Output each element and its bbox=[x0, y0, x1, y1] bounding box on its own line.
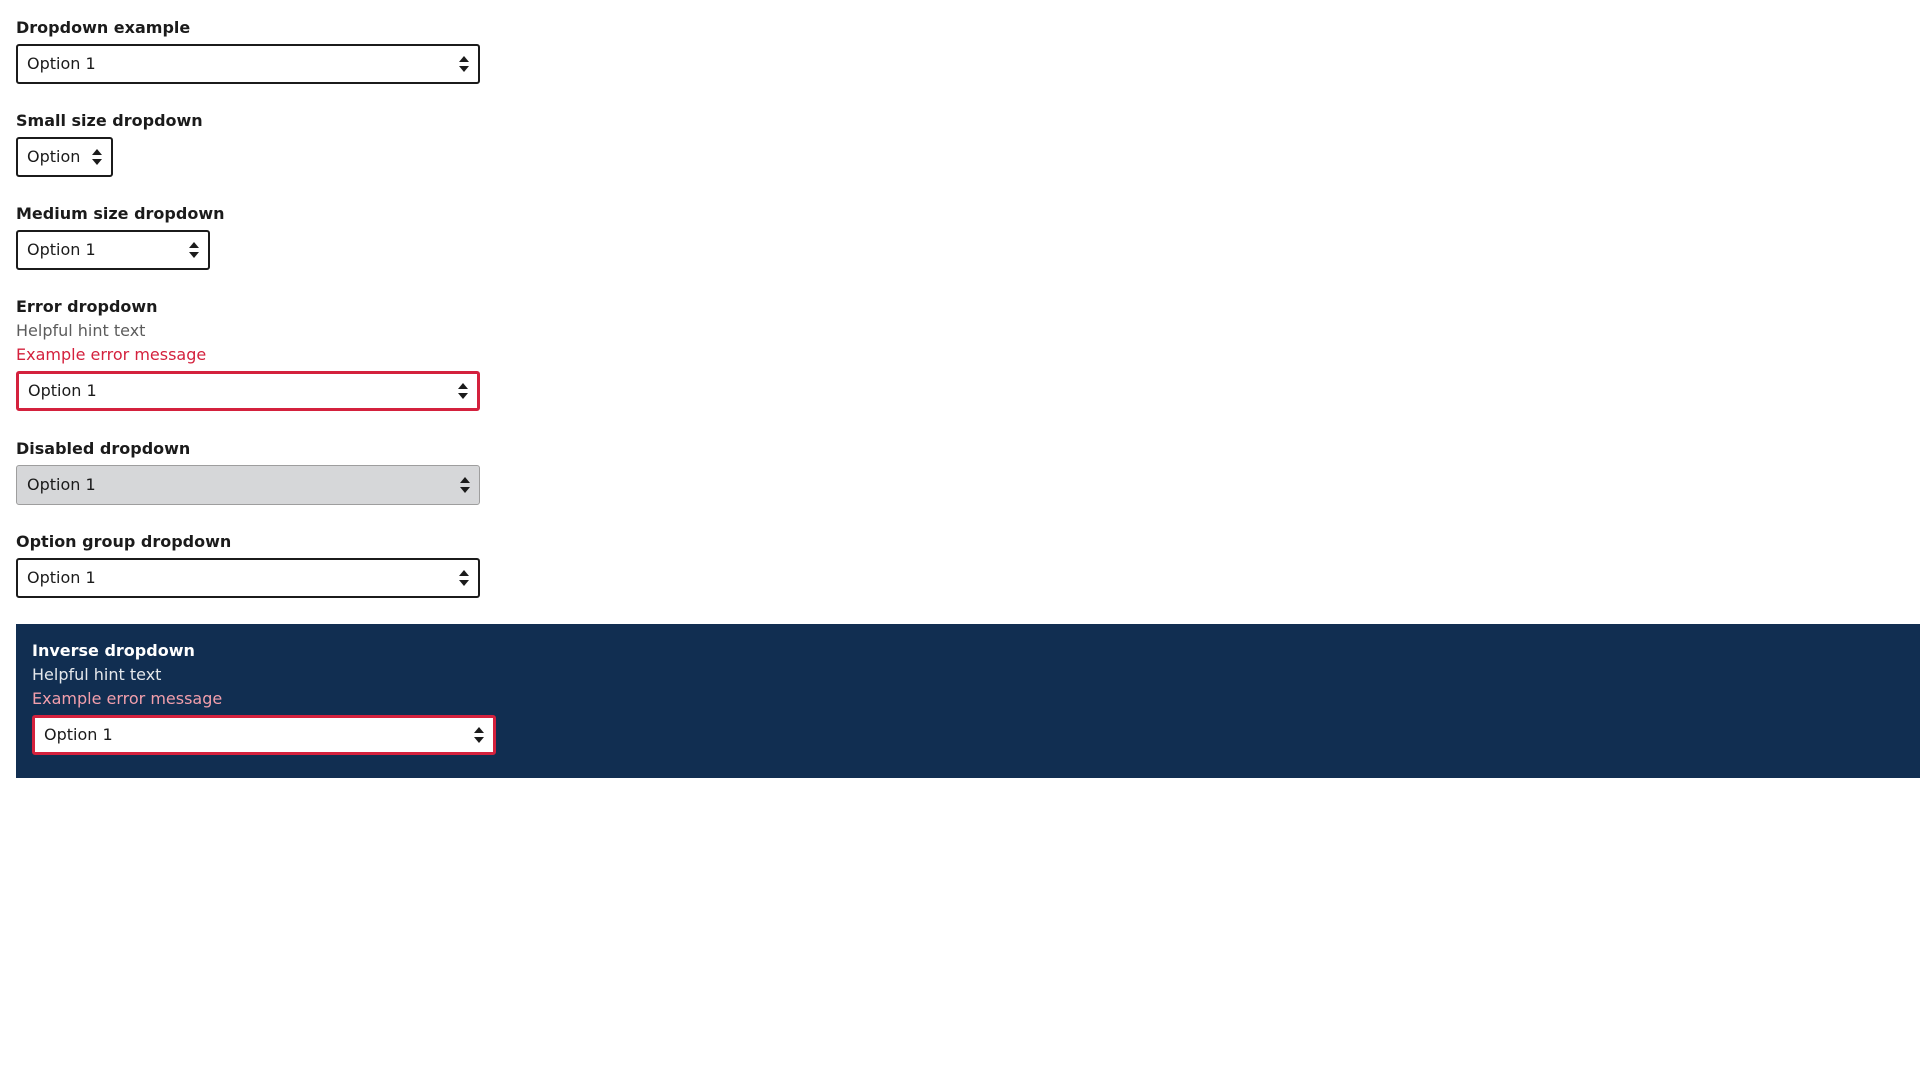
disabled-dropdown-field: Disabled dropdown Option 1 bbox=[16, 437, 480, 505]
dropdown-example-select[interactable]: Option 1 bbox=[16, 44, 480, 84]
inverse-dropdown-select[interactable]: Option 1 bbox=[32, 715, 496, 755]
up-down-caret-icon bbox=[459, 570, 469, 586]
inverse-dropdown-field: Inverse dropdown Helpful hint text Examp… bbox=[32, 639, 496, 755]
inverse-section: Inverse dropdown Helpful hint text Examp… bbox=[16, 624, 1920, 778]
up-down-caret-icon bbox=[459, 56, 469, 72]
error-dropdown-select[interactable]: Option 1 bbox=[16, 371, 480, 411]
error-dropdown-message: Example error message bbox=[16, 345, 207, 364]
small-dropdown-select[interactable]: Option bbox=[16, 137, 113, 177]
small-dropdown-label: Small size dropdown bbox=[16, 111, 203, 130]
inverse-dropdown-label: Inverse dropdown bbox=[32, 641, 195, 660]
up-down-caret-icon bbox=[474, 727, 484, 743]
medium-dropdown-value: Option 1 bbox=[27, 240, 96, 259]
dropdown-example-field: Dropdown example Option 1 bbox=[16, 16, 480, 84]
medium-dropdown-field: Medium size dropdown Option 1 bbox=[16, 202, 225, 270]
inverse-dropdown-value: Option 1 bbox=[44, 725, 113, 744]
inverse-dropdown-message: Example error message bbox=[32, 689, 223, 708]
inverse-dropdown-hint: Helpful hint text bbox=[32, 665, 162, 684]
up-down-caret-icon bbox=[189, 242, 199, 258]
up-down-caret-icon bbox=[460, 477, 470, 493]
small-dropdown-field: Small size dropdown Option bbox=[16, 109, 203, 177]
disabled-dropdown-select: Option 1 bbox=[16, 465, 480, 505]
medium-dropdown-select[interactable]: Option 1 bbox=[16, 230, 210, 270]
option-group-dropdown-field: Option group dropdown Option 1 bbox=[16, 530, 480, 598]
disabled-dropdown-label: Disabled dropdown bbox=[16, 439, 191, 458]
option-group-dropdown-label: Option group dropdown bbox=[16, 532, 232, 551]
dropdown-examples-page: Dropdown example Option 1 Small size dro… bbox=[0, 0, 1920, 1080]
up-down-caret-icon bbox=[458, 383, 468, 399]
error-dropdown-label: Error dropdown bbox=[16, 297, 158, 316]
option-group-dropdown-select[interactable]: Option 1 bbox=[16, 558, 480, 598]
option-group-dropdown-value: Option 1 bbox=[27, 568, 96, 587]
dropdown-example-label: Dropdown example bbox=[16, 18, 191, 37]
medium-dropdown-label: Medium size dropdown bbox=[16, 204, 225, 223]
error-dropdown-value: Option 1 bbox=[28, 381, 97, 400]
disabled-dropdown-value: Option 1 bbox=[27, 475, 96, 494]
up-down-caret-icon bbox=[92, 149, 102, 165]
dropdown-example-value: Option 1 bbox=[27, 54, 96, 73]
error-dropdown-hint: Helpful hint text bbox=[16, 321, 146, 340]
error-dropdown-field: Error dropdown Helpful hint text Example… bbox=[16, 295, 480, 411]
small-dropdown-value: Option bbox=[27, 147, 81, 166]
